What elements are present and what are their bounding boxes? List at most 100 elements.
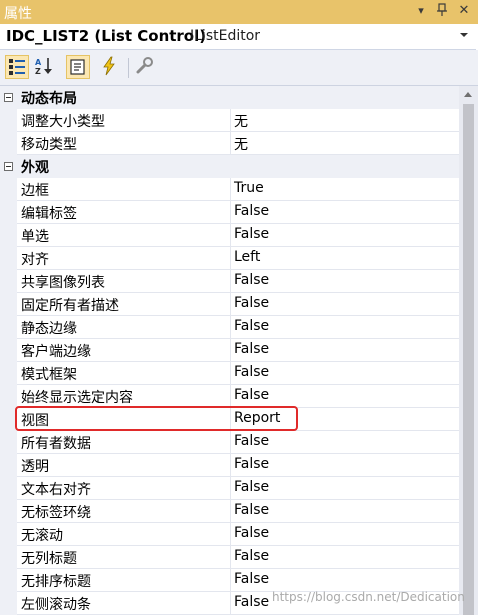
property-name: 编辑标签 xyxy=(21,206,77,222)
property-name-cell[interactable]: 无排序标题 xyxy=(17,569,231,592)
property-name: 无排序标题 xyxy=(21,574,91,590)
property-value-cell[interactable]: False xyxy=(231,454,459,477)
property-value: 无 xyxy=(234,137,248,153)
property-name-cell[interactable]: 共享图像列表 xyxy=(17,270,231,293)
property-value-cell[interactable]: False xyxy=(231,293,459,316)
property-value-cell[interactable]: False xyxy=(231,523,459,546)
row-gutter xyxy=(0,431,17,454)
property-row[interactable]: 无排序标题 False xyxy=(0,569,459,592)
property-value-cell[interactable]: Left xyxy=(231,247,459,270)
property-value-cell[interactable]: False xyxy=(231,569,459,592)
property-pages-button[interactable] xyxy=(134,55,158,79)
scroll-up-arrow-icon[interactable] xyxy=(464,92,472,97)
property-name-cell[interactable]: 透明 xyxy=(17,454,231,477)
property-name-cell[interactable]: 客户端边缘 xyxy=(17,339,231,362)
property-grid: 动态布局 调整大小类型 无 移动类型 无 外观 边框 True 编辑标签 Fal… xyxy=(0,86,459,615)
property-value: False xyxy=(234,433,270,449)
property-value-cell[interactable]: False xyxy=(231,316,459,339)
category-dynamic-layout[interactable]: 动态布局 xyxy=(0,86,459,109)
close-icon[interactable]: ✕ xyxy=(457,3,471,19)
property-name-cell[interactable]: 固定所有者描述 xyxy=(17,293,231,316)
dropdown-arrow-icon[interactable]: ▾ xyxy=(414,3,428,19)
property-value-cell[interactable]: False xyxy=(231,500,459,523)
collapse-icon[interactable] xyxy=(4,93,13,102)
property-row[interactable]: 固定所有者描述 False xyxy=(0,293,459,316)
property-row[interactable]: 单选 False xyxy=(0,224,459,247)
property-name: 客户端边缘 xyxy=(21,344,91,360)
chevron-down-icon[interactable] xyxy=(460,33,468,37)
property-name: 固定所有者描述 xyxy=(21,298,119,314)
property-value-cell[interactable]: True xyxy=(231,178,459,201)
property-value: False xyxy=(234,272,270,288)
scrollbar-thumb[interactable] xyxy=(463,104,474,615)
property-name-cell[interactable]: 边框 xyxy=(17,178,231,201)
control-events-button[interactable] xyxy=(98,55,122,79)
property-value-cell[interactable]: 无 xyxy=(231,109,459,132)
category-appearance[interactable]: 外观 xyxy=(0,155,459,178)
vertical-scrollbar[interactable] xyxy=(459,86,478,615)
row-gutter xyxy=(0,454,17,477)
property-name: 无列标题 xyxy=(21,551,77,567)
highlight-box xyxy=(15,406,298,431)
property-row[interactable]: 对齐 Left xyxy=(0,247,459,270)
property-name: 始终显示选定内容 xyxy=(21,390,133,406)
property-name-cell[interactable]: 左侧滚动条 xyxy=(17,592,231,615)
property-row[interactable]: 无标签环绕 False xyxy=(0,500,459,523)
row-gutter xyxy=(0,592,17,615)
property-name-cell[interactable]: 编辑标签 xyxy=(17,201,231,224)
pin-icon[interactable] xyxy=(435,3,449,19)
property-value-cell[interactable]: False xyxy=(231,385,459,408)
property-name-cell[interactable]: 单选 xyxy=(17,224,231,247)
property-value-cell[interactable]: False xyxy=(231,362,459,385)
property-value-cell[interactable]: False xyxy=(231,270,459,293)
property-name: 无滚动 xyxy=(21,528,63,544)
category-label: 动态布局 xyxy=(21,91,77,107)
watermark: https://blog.csdn.net/Dedication xyxy=(272,590,465,604)
property-row[interactable]: 无列标题 False xyxy=(0,546,459,569)
property-name: 静态边缘 xyxy=(21,321,77,337)
property-name-cell[interactable]: 无列标题 xyxy=(17,546,231,569)
property-name-cell[interactable]: 所有者数据 xyxy=(17,431,231,454)
row-gutter xyxy=(0,224,17,247)
object-selector[interactable]: IDC_LIST2 (List Control) IListEditor xyxy=(0,24,476,50)
property-value-cell[interactable]: False xyxy=(231,431,459,454)
property-name-cell[interactable]: 模式框架 xyxy=(17,362,231,385)
property-value-cell[interactable]: False xyxy=(231,224,459,247)
property-value-cell[interactable]: False xyxy=(231,477,459,500)
property-row[interactable]: 所有者数据 False xyxy=(0,431,459,454)
property-row[interactable]: 模式框架 False xyxy=(0,362,459,385)
property-name-cell[interactable]: 移动类型 xyxy=(17,132,231,155)
property-name-cell[interactable]: 文本右对齐 xyxy=(17,477,231,500)
properties-button[interactable] xyxy=(66,55,90,79)
property-name: 对齐 xyxy=(21,252,49,268)
wrench-icon xyxy=(136,57,153,74)
row-gutter xyxy=(0,362,17,385)
alphabetical-sort-button[interactable]: A Z xyxy=(33,55,57,79)
property-row[interactable]: 静态边缘 False xyxy=(0,316,459,339)
property-row[interactable]: 边框 True xyxy=(0,178,459,201)
property-name-cell[interactable]: 调整大小类型 xyxy=(17,109,231,132)
row-gutter xyxy=(0,569,17,592)
toolbar-separator xyxy=(128,58,129,78)
row-gutter xyxy=(0,500,17,523)
categorized-view-button[interactable] xyxy=(5,55,29,79)
property-name-cell[interactable]: 静态边缘 xyxy=(17,316,231,339)
property-row[interactable]: 共享图像列表 False xyxy=(0,270,459,293)
property-row[interactable]: 始终显示选定内容 False xyxy=(0,385,459,408)
property-row[interactable]: 客户端边缘 False xyxy=(0,339,459,362)
property-name-cell[interactable]: 无滚动 xyxy=(17,523,231,546)
property-value-cell[interactable]: False xyxy=(231,201,459,224)
property-row[interactable]: 文本右对齐 False xyxy=(0,477,459,500)
property-row[interactable]: 编辑标签 False xyxy=(0,201,459,224)
property-row[interactable]: 无滚动 False xyxy=(0,523,459,546)
property-row[interactable]: 调整大小类型 无 xyxy=(0,109,459,132)
property-name-cell[interactable]: 对齐 xyxy=(17,247,231,270)
property-value-cell[interactable]: False xyxy=(231,339,459,362)
property-name-cell[interactable]: 无标签环绕 xyxy=(17,500,231,523)
property-row[interactable]: 透明 False xyxy=(0,454,459,477)
property-value-cell[interactable]: 无 xyxy=(231,132,459,155)
property-name-cell[interactable]: 始终显示选定内容 xyxy=(17,385,231,408)
collapse-icon[interactable] xyxy=(4,162,13,171)
property-row[interactable]: 移动类型 无 xyxy=(0,132,459,155)
property-value-cell[interactable]: False xyxy=(231,546,459,569)
